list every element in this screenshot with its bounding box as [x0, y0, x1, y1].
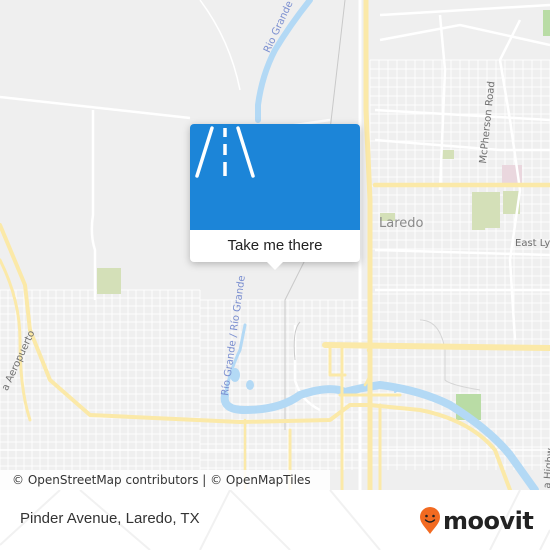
interstate-35: [363, 0, 373, 490]
popup-header[interactable]: [190, 124, 360, 230]
road: [0, 95, 191, 120]
lake: [246, 380, 254, 390]
moovit-logo[interactable]: moovit: [419, 504, 534, 538]
road: [374, 248, 550, 257]
interstate-crossing: [322, 342, 550, 351]
park: [543, 10, 550, 36]
road: [199, 0, 241, 91]
park: [97, 268, 121, 294]
location-title: Pinder Avenue, Laredo, TX: [20, 510, 200, 527]
park: [472, 192, 500, 230]
road-icon: [195, 126, 255, 178]
moovit-wordmark: moovit: [443, 507, 534, 535]
park: [442, 150, 454, 159]
take-me-there-button[interactable]: Take me there: [190, 230, 360, 262]
road: [374, 108, 550, 122]
road-label-east-ly: East Ly: [515, 238, 550, 249]
map-attribution[interactable]: © OpenStreetMap contributors | © OpenMap…: [0, 470, 330, 490]
road: [379, 23, 550, 47]
moovit-pin-icon: [420, 507, 440, 534]
road: [90, 110, 97, 300]
popup-pointer: [266, 261, 284, 270]
road: [379, 3, 550, 17]
map[interactable]: Rio Grande Río Grande / Río Grande McPhe…: [0, 0, 550, 490]
destination-popup[interactable]: Take me there: [190, 124, 360, 270]
footer: Pinder Avenue, Laredo, TX moovit: [0, 490, 550, 550]
city-label-laredo: Laredo: [379, 216, 424, 231]
